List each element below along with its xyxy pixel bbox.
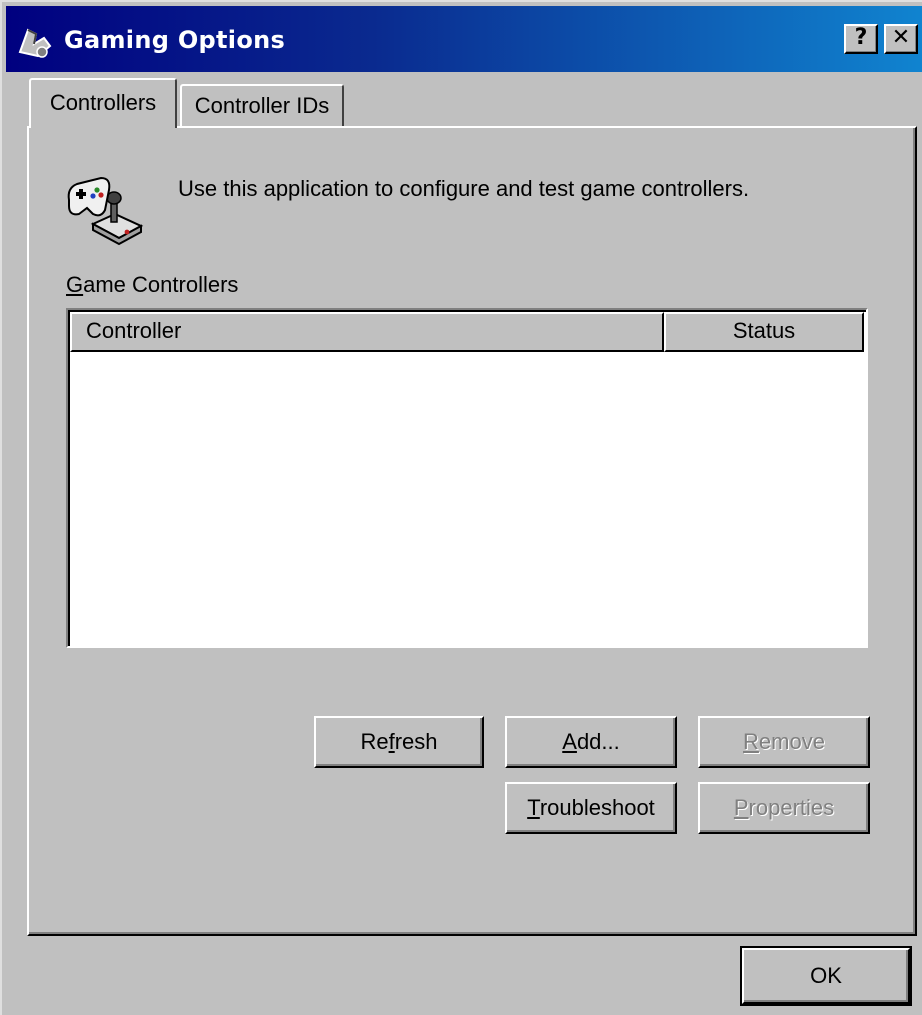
close-button[interactable]: ✕ bbox=[884, 24, 918, 54]
description-text: Use this application to configure and te… bbox=[178, 176, 750, 201]
tab-controller-ids[interactable]: Controller IDs bbox=[180, 84, 344, 128]
remove-button[interactable]: Remove bbox=[698, 716, 870, 768]
properties-button[interactable]: Properties bbox=[698, 782, 870, 834]
help-button[interactable]: ? bbox=[844, 24, 878, 54]
troubleshoot-button[interactable]: Troubleshoot bbox=[505, 782, 677, 834]
game-controller-icon bbox=[67, 176, 144, 246]
add-button[interactable]: Add... bbox=[505, 716, 677, 768]
ok-button[interactable]: OK bbox=[742, 948, 910, 1004]
refresh-button[interactable]: Refresh bbox=[314, 716, 484, 768]
gaming-options-icon bbox=[18, 28, 52, 58]
tab-controllers[interactable]: Controllers bbox=[29, 78, 177, 128]
gaming-options-window: Gaming Options ? ✕ Controllers Controlle… bbox=[0, 0, 922, 1015]
title-bar[interactable]: Gaming Options ? ✕ bbox=[6, 6, 922, 72]
game-controllers-label: Game Controllers bbox=[66, 272, 239, 297]
window-title: Gaming Options bbox=[64, 26, 286, 54]
tab-joint bbox=[31, 124, 175, 130]
column-header-controller[interactable]: Controller bbox=[70, 312, 664, 352]
column-header-status[interactable]: Status bbox=[664, 312, 864, 352]
game-controllers-list[interactable]: Controller Status bbox=[66, 308, 868, 648]
